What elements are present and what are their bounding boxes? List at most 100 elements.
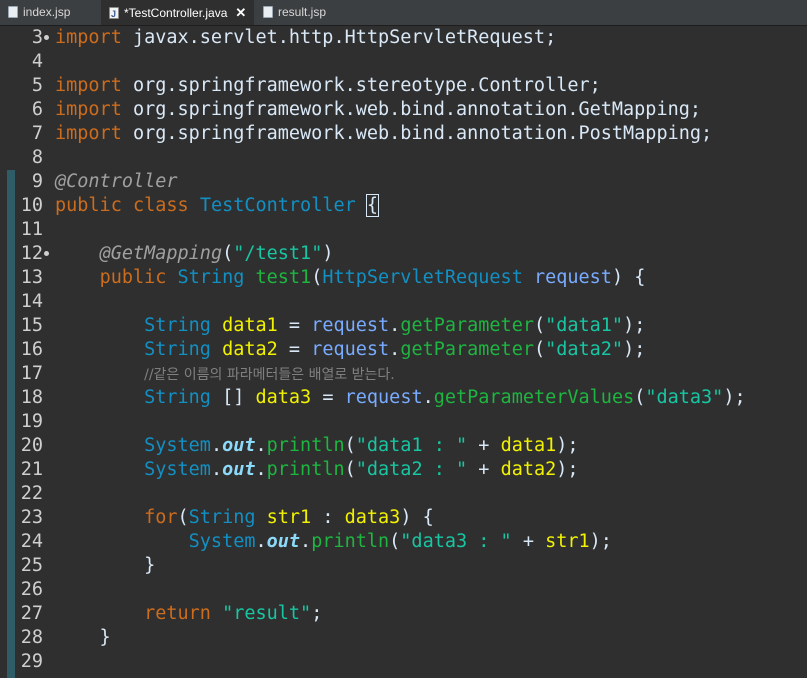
code-text: public class TestController { <box>55 194 380 218</box>
code-token: "data1" <box>545 315 624 336</box>
code-token: . <box>255 435 267 456</box>
line-number: 18 <box>20 387 43 408</box>
code-token: data2 <box>222 339 278 360</box>
code-token: System <box>144 459 211 480</box>
code-line[interactable]: 22 <box>0 482 807 506</box>
code-line[interactable]: 12 @GetMapping("/test1") <box>0 242 807 266</box>
code-token: getParameterValues <box>433 387 635 408</box>
code-token: + <box>467 435 501 456</box>
code-token: getParameter <box>400 315 534 336</box>
code-token: public <box>55 195 122 216</box>
code-line[interactable]: 24 System.out.println("data3 : " + str1)… <box>0 530 807 554</box>
tab-result-jsp[interactable]: result.jsp <box>255 0 355 25</box>
code-line[interactable]: 15 String data1 = request.getParameter("… <box>0 314 807 338</box>
code-line[interactable]: 19 <box>0 410 807 434</box>
code-token: "result" <box>222 603 312 624</box>
code-token: request <box>311 315 390 336</box>
code-token: { <box>365 194 380 217</box>
code-line[interactable]: 21 System.out.println("data2 : " + data2… <box>0 458 807 482</box>
code-line[interactable]: 18 String [] data3 = request.getParamete… <box>0 386 807 410</box>
line-number: 8 <box>31 147 43 168</box>
code-line[interactable]: 27 return "result"; <box>0 602 807 626</box>
code-line[interactable]: 4 <box>0 50 807 74</box>
code-token: } <box>55 555 156 576</box>
code-token: "/test1" <box>233 243 323 264</box>
line-number: 10 <box>20 195 43 216</box>
code-line[interactable]: 5 import org.springframework.stereotype.C… <box>0 74 807 98</box>
code-token: . <box>422 387 434 408</box>
code-text: System.out.println("data1 : " + data1); <box>55 434 579 458</box>
code-text: import org.springframework.web.bind.anno… <box>55 122 712 146</box>
code-line[interactable]: 9 @Controller <box>0 170 807 194</box>
code-line[interactable]: 13 public String test1(HttpServletReques… <box>0 266 807 290</box>
code-token: out <box>222 435 256 456</box>
line-number: 7 <box>31 123 43 144</box>
code-token: String <box>144 315 211 336</box>
code-text: String [] data3 = request.getParameterVa… <box>55 386 746 410</box>
code-line[interactable]: 20 System.out.println("data1 : " + data1… <box>0 434 807 458</box>
tab-testcontroller-java[interactable]: *TestController.java ✕ <box>101 0 254 27</box>
code-line[interactable]: 14 <box>0 290 807 314</box>
code-line[interactable]: 10 public class TestController { <box>0 194 807 218</box>
code-line[interactable]: 3 import javax.servlet.http.HttpServletRe… <box>0 26 807 50</box>
code-token: data3 <box>344 507 401 528</box>
code-line[interactable]: 6 import org.springframework.web.bind.ann… <box>0 98 807 122</box>
jsp-file-icon <box>8 6 18 18</box>
code-token: String <box>144 339 211 360</box>
code-token: = <box>277 315 312 336</box>
line-number: 24 <box>20 531 43 552</box>
code-token: println <box>266 435 345 456</box>
code-line[interactable]: 28 } <box>0 626 807 650</box>
code-token: request <box>344 387 423 408</box>
code-line[interactable]: 23 for(String str1 : data3) { <box>0 506 807 530</box>
code-token: . <box>300 531 312 552</box>
code-token: for <box>144 507 178 528</box>
close-icon[interactable]: ✕ <box>235 0 246 25</box>
code-token: String <box>177 267 245 288</box>
code-token: [] <box>210 387 256 408</box>
fold-toggle-icon[interactable] <box>44 251 49 256</box>
tab-label: index.jsp <box>23 5 71 19</box>
line-number: 25 <box>20 555 43 576</box>
code-token: ); <box>623 315 646 336</box>
code-text: } <box>55 554 155 578</box>
code-token: javax.servlet.http.HttpServletRequest; <box>121 27 557 48</box>
code-line[interactable]: 25 } <box>0 554 807 578</box>
code-line[interactable]: 8 <box>0 146 807 170</box>
fold-toggle-icon[interactable] <box>44 35 49 40</box>
code-token: ) { <box>400 507 434 528</box>
code-line[interactable]: 16 String data2 = request.getParameter("… <box>0 338 807 362</box>
code-line[interactable]: 11 <box>0 218 807 242</box>
code-line[interactable]: 26 <box>0 578 807 602</box>
code-text: import javax.servlet.http.HttpServletReq… <box>55 26 556 50</box>
code-token: ( <box>311 267 323 288</box>
code-token: . <box>389 315 401 336</box>
code-token: getParameter <box>400 339 534 360</box>
code-line[interactable]: 29 <box>0 650 807 674</box>
line-number: 26 <box>20 579 43 600</box>
tab-index-jsp[interactable]: index.jsp <box>0 0 100 25</box>
code-token: ); <box>556 435 579 456</box>
code-token: . <box>210 435 223 456</box>
line-number: 29 <box>20 651 43 672</box>
code-text: public String test1(HttpServletRequest r… <box>55 266 646 290</box>
line-number: 6 <box>31 99 43 120</box>
code-editor[interactable]: 3 import javax.servlet.http.HttpServletRe… <box>0 26 807 678</box>
code-token: System <box>144 435 211 456</box>
code-token: org.springframework.web.bind.annotation.… <box>121 99 702 120</box>
code-token: ( <box>177 507 189 528</box>
code-token: data3 <box>255 387 312 408</box>
line-number: 4 <box>31 51 43 72</box>
code-line[interactable]: 17 //같은 이름의 파라메터들은 배열로 받는다. <box>0 362 807 386</box>
code-line[interactable]: 7 import org.springframework.web.bind.ann… <box>0 122 807 146</box>
line-number: 16 <box>20 339 43 360</box>
code-token: = <box>311 387 345 408</box>
